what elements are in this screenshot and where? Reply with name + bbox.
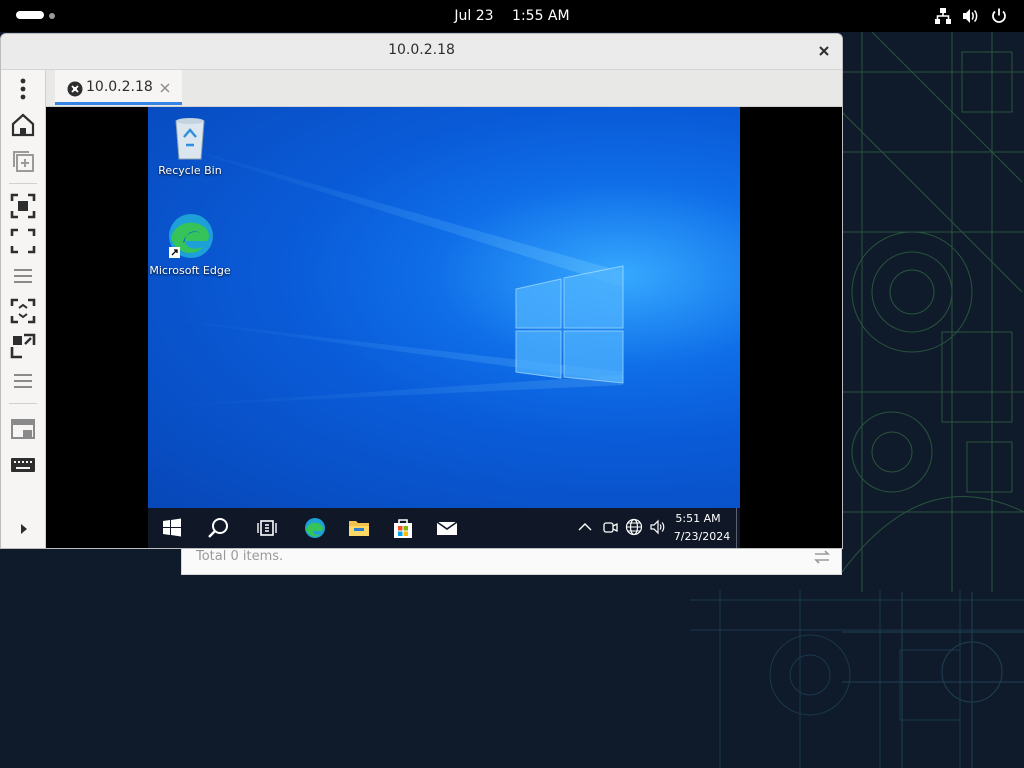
expand-sidebar-icon[interactable] (10, 516, 36, 542)
transfer-icon[interactable] (813, 548, 831, 566)
mail-icon[interactable] (436, 517, 458, 539)
power-icon[interactable] (990, 7, 1008, 25)
toolbar-sidebar (1, 70, 46, 548)
recycle-bin-icon (175, 118, 205, 160)
scaling-menu-icon[interactable] (10, 263, 36, 289)
recycle-bin-shortcut[interactable]: Recycle Bin (148, 115, 232, 177)
dynamic-resolution-icon[interactable] (10, 298, 36, 324)
window-title: 10.0.2.18 (388, 42, 455, 58)
globe-icon[interactable] (625, 518, 643, 536)
tab-bar: 10.0.2.18 (46, 70, 842, 107)
clock-date: Jul 23 (454, 8, 494, 24)
start-icon[interactable] (161, 517, 183, 539)
volume-icon[interactable] (961, 7, 979, 25)
scale-icon[interactable] (10, 333, 36, 359)
fit-window-icon[interactable] (10, 193, 36, 219)
show-desktop-button[interactable] (736, 508, 737, 548)
chevron-up-icon[interactable] (576, 518, 594, 536)
top-bar: Jul 23 1:55 AM (0, 0, 1024, 32)
fullscreen-icon[interactable] (10, 228, 36, 254)
taskbar-clock-date[interactable]: 7/23/2024 (668, 530, 736, 543)
tab-label: 10.0.2.18 (86, 79, 153, 95)
task-view-icon[interactable] (257, 517, 279, 539)
title-bar[interactable]: 10.0.2.18 (1, 34, 842, 70)
meet-now-icon[interactable] (601, 518, 619, 536)
sidebar-divider (9, 403, 37, 404)
store-icon[interactable] (392, 517, 414, 539)
more-options-icon[interactable] (10, 368, 36, 394)
windows-desktop[interactable]: Recycle Bin Microsoft Edge (148, 107, 740, 508)
windows-taskbar: 5:51 AM 7/23/2024 (148, 508, 740, 548)
tab-close-icon[interactable] (159, 82, 171, 94)
taskbar-clock-time[interactable]: 5:51 AM (668, 512, 728, 525)
file-explorer-icon[interactable] (348, 517, 370, 539)
desktop-wallpaper (148, 137, 624, 407)
remote-viewer-window: 10.0.2.18 10.0.2.18 Recycle Bin Microsof… (0, 33, 843, 549)
edge-taskbar-icon[interactable] (304, 517, 326, 539)
speaker-icon[interactable] (649, 518, 667, 536)
wallpaper-blueprint-lower (690, 590, 1024, 768)
network-icon[interactable] (934, 7, 952, 25)
edge-label: Microsoft Edge (149, 264, 231, 277)
sidebar-divider (9, 183, 37, 184)
home-icon[interactable] (10, 112, 36, 138)
close-icon[interactable] (816, 43, 832, 59)
multi-monitor-icon[interactable] (10, 417, 36, 443)
recycle-bin-label: Recycle Bin (158, 164, 222, 177)
edge-icon (169, 214, 213, 258)
keyboard-icon[interactable] (10, 452, 36, 478)
edge-shortcut[interactable]: Microsoft Edge (148, 211, 232, 277)
search-icon[interactable] (207, 517, 229, 539)
clock-time: 1:55 AM (512, 8, 570, 24)
menu-dots-icon[interactable] (10, 76, 36, 102)
items-status: Total 0 items. (196, 549, 284, 564)
remote-display[interactable]: Recycle Bin Microsoft Edge 5:51 AM 7/23/… (46, 107, 842, 548)
new-connection-icon[interactable] (10, 148, 36, 174)
clock[interactable]: Jul 23 1:55 AM (0, 0, 1024, 32)
rdp-icon (67, 81, 83, 97)
tab-connection[interactable]: 10.0.2.18 (55, 70, 182, 105)
